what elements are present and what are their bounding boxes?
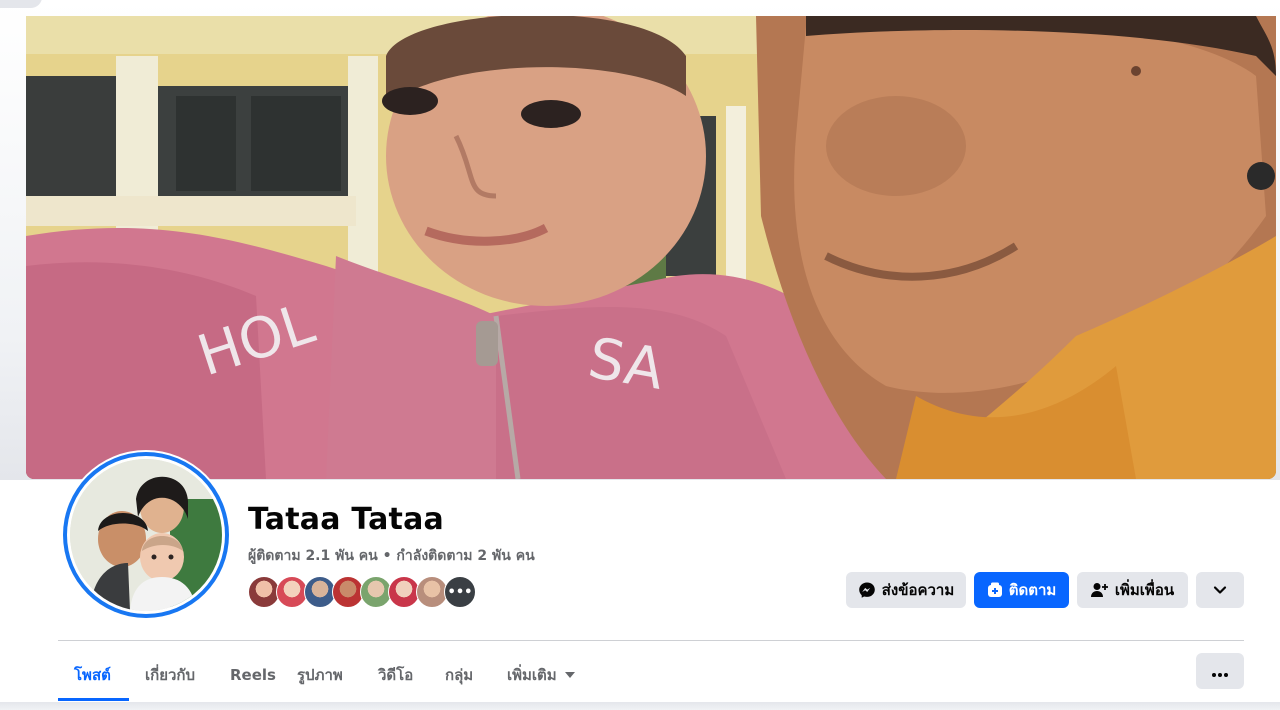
avatar-inner-border: [67, 456, 225, 614]
follow-plus-icon: [987, 582, 1003, 598]
profile-options-button[interactable]: [1196, 572, 1244, 608]
avatar-illustration: [70, 459, 222, 611]
more-options-button[interactable]: [1196, 653, 1244, 689]
follower-stats[interactable]: ผู้ติดตาม 2.1 พัน คน • กำลังติดตาม 2 พัน…: [248, 545, 535, 567]
tab-videos[interactable]: วิดีโอ: [362, 652, 429, 698]
story-ring: [63, 452, 229, 618]
add-friend-icon: [1090, 582, 1109, 598]
avatar-photo: [70, 459, 222, 611]
add-friend-button[interactable]: เพิ่มเพื่อน: [1077, 572, 1188, 608]
tab-about[interactable]: เกี่ยวกับ: [129, 652, 211, 698]
top-corner-element: [0, 0, 42, 8]
more-dots-icon: [1212, 662, 1228, 681]
tab-photos-label: รูปภาพ: [297, 666, 343, 684]
cover-photo-illustration: HOL SA: [26, 16, 1276, 479]
tab-videos-label: วิดีโอ: [378, 666, 414, 684]
more-friends-button[interactable]: •••: [444, 576, 476, 608]
cover-photo[interactable]: HOL SA: [26, 16, 1276, 479]
message-button-label: ส่งข้อความ: [881, 581, 955, 599]
profile-picture[interactable]: [62, 451, 230, 619]
profile-tabs: โพสต์ เกี่ยวกับ Reels รูปภาพ วิดีโอ กลุ่…: [58, 652, 1244, 702]
tab-more-label: เพิ่มเติม: [507, 666, 557, 684]
tab-groups-label: กลุ่ม: [445, 666, 474, 684]
tab-more[interactable]: เพิ่มเติม: [491, 652, 591, 698]
chevron-down-icon: [1213, 581, 1227, 599]
tab-posts[interactable]: โพสต์: [58, 652, 127, 698]
profile-name: Tataa Tataa: [248, 502, 444, 537]
tab-groups[interactable]: กลุ่ม: [429, 652, 489, 698]
messenger-icon: [858, 581, 876, 599]
caret-down-icon: [564, 672, 575, 678]
tab-about-label: เกี่ยวกับ: [145, 666, 196, 684]
svg-text:SA: SA: [584, 326, 669, 403]
add-friend-button-label: เพิ่มเพื่อน: [1114, 581, 1175, 599]
follow-button[interactable]: ติดตาม: [974, 572, 1069, 608]
profile-page: HOL SA Tataa Tataa ผู้ติดตาม 2.1 พัน คน …: [0, 0, 1280, 710]
active-tab-indicator: [58, 698, 129, 701]
friend-avatars: •••: [248, 576, 488, 608]
header-divider: [58, 640, 1244, 641]
feed-background-edge: [0, 702, 1280, 710]
follow-button-label: ติดตาม: [1008, 581, 1057, 599]
tab-posts-label: โพสต์: [74, 666, 111, 684]
message-button[interactable]: ส่งข้อความ: [846, 572, 966, 608]
tab-reels-label: Reels: [230, 666, 276, 684]
tab-photos[interactable]: รูปภาพ: [281, 652, 359, 698]
